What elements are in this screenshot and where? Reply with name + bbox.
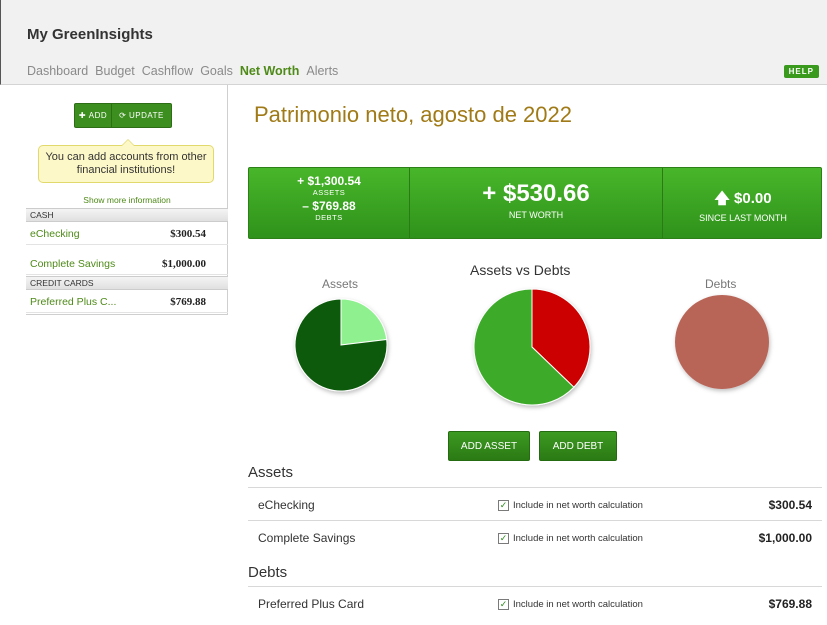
asset-amount: $300.54	[768, 498, 812, 512]
debts-total: – $769.88	[302, 199, 356, 213]
net-worth-block: + $530.66 NET WORTH	[410, 180, 662, 220]
help-button[interactable]: HELP	[783, 65, 819, 78]
sidebar-account-row[interactable]: Preferred Plus C... $769.88	[26, 291, 228, 313]
include-label: Include in net worth calculation	[513, 599, 643, 610]
update-button[interactable]: ⟳ UPDATE	[112, 104, 171, 127]
include-checkbox[interactable]: ✓	[498, 500, 509, 511]
pie-slice	[473, 288, 575, 406]
pie-slice	[294, 298, 388, 392]
add-update-button-group: ✚ ADD ⟳ UPDATE	[74, 103, 172, 128]
nav-budget[interactable]: Budget	[95, 64, 135, 78]
add-account-button[interactable]: ✚ ADD	[75, 104, 112, 127]
add-accounts-tooltip: You can add accounts from other financia…	[38, 139, 214, 183]
net-worth-label: NET WORTH	[508, 210, 564, 220]
account-amount: $769.88	[170, 296, 206, 308]
app-header: My GreenInsights Dashboard Budget Cashfl…	[0, 0, 827, 85]
pie-slice	[531, 288, 591, 388]
pie-slice	[340, 298, 388, 346]
account-name[interactable]: Preferred Plus C...	[30, 296, 116, 308]
assets-pie-label: Assets	[322, 277, 359, 291]
pie-chart-1	[294, 298, 388, 392]
update-label: UPDATE	[129, 111, 164, 120]
net-worth-summary: + $1,300.54 ASSETS – $769.88 DEBTS + $53…	[248, 167, 822, 239]
refresh-icon: ⟳	[119, 111, 127, 120]
debts-pie-label: Debts	[705, 277, 737, 291]
add-debt-button[interactable]: ADD DEBT	[539, 431, 617, 461]
monthly-change-label: SINCE LAST MONTH	[699, 213, 787, 223]
app-title: My GreenInsights	[27, 26, 153, 43]
include-label: Include in net worth calculation	[513, 500, 643, 511]
nav-dashboard[interactable]: Dashboard	[27, 64, 88, 78]
arrow-up-icon: 🡅	[714, 190, 730, 207]
account-name[interactable]: eChecking	[30, 228, 80, 240]
charts-title: Assets vs Debts	[470, 262, 571, 278]
sidebar-account-row[interactable]: eChecking $300.54	[26, 223, 228, 245]
assets-debts-summary: + $1,300.54 ASSETS – $769.88 DEBTS	[249, 174, 409, 224]
add-label: ADD	[88, 111, 108, 120]
asset-name[interactable]: eChecking	[258, 498, 315, 512]
account-amount: $300.54	[170, 228, 206, 240]
debts-heading: Debts	[248, 564, 288, 581]
sidebar-account-row[interactable]: Complete Savings $1,000.00	[26, 253, 228, 275]
main-nav: Dashboard Budget Cashflow Goals Net Wort…	[27, 64, 338, 78]
debt-name[interactable]: Preferred Plus Card	[258, 597, 364, 611]
assets-total: + $1,300.54	[297, 174, 361, 188]
pie-chart-2	[473, 288, 591, 406]
asset-row: eChecking ✓ Include in net worth calculat…	[248, 487, 822, 520]
cash-section-header: CASH	[26, 208, 228, 222]
nav-net-worth[interactable]: Net Worth	[240, 64, 300, 78]
accounts-sidebar: ✚ ADD ⟳ UPDATE You can add accounts from…	[26, 85, 228, 315]
show-more-link[interactable]: Show more information	[26, 195, 228, 205]
monthly-change-block: 🡅 $0.00 SINCE LAST MONTH	[663, 188, 823, 223]
add-asset-button[interactable]: ADD ASSET	[448, 431, 530, 461]
pie-slice	[675, 295, 769, 389]
asset-name[interactable]: Complete Savings	[258, 531, 355, 545]
plus-icon: ✚	[78, 111, 87, 120]
asset-row: Complete Savings ✓ Include in net worth c…	[248, 520, 822, 553]
debt-row: Preferred Plus Card ✓ Include in net wort…	[248, 586, 822, 619]
credit-cards-section-header: CREDIT CARDS	[26, 276, 228, 290]
nav-alerts[interactable]: Alerts	[306, 64, 338, 78]
net-worth-value: + $530.66	[482, 180, 590, 207]
debts-total-label: DEBTS	[315, 213, 343, 222]
account-amount: $1,000.00	[162, 258, 206, 270]
nav-cashflow[interactable]: Cashflow	[142, 64, 193, 78]
page-title: Patrimonio neto, agosto de 2022	[254, 102, 573, 127]
debt-amount: $769.88	[768, 597, 812, 611]
pie-chart-3	[675, 295, 769, 389]
include-label: Include in net worth calculation	[513, 533, 643, 544]
assets-total-label: ASSETS	[312, 188, 346, 197]
assets-heading: Assets	[248, 464, 294, 481]
include-checkbox[interactable]: ✓	[498, 533, 509, 544]
nav-goals[interactable]: Goals	[200, 64, 233, 78]
account-name[interactable]: Complete Savings	[30, 258, 115, 270]
asset-amount: $1,000.00	[758, 531, 812, 545]
monthly-change-value: $0.00	[734, 190, 772, 207]
include-checkbox[interactable]: ✓	[498, 599, 509, 610]
